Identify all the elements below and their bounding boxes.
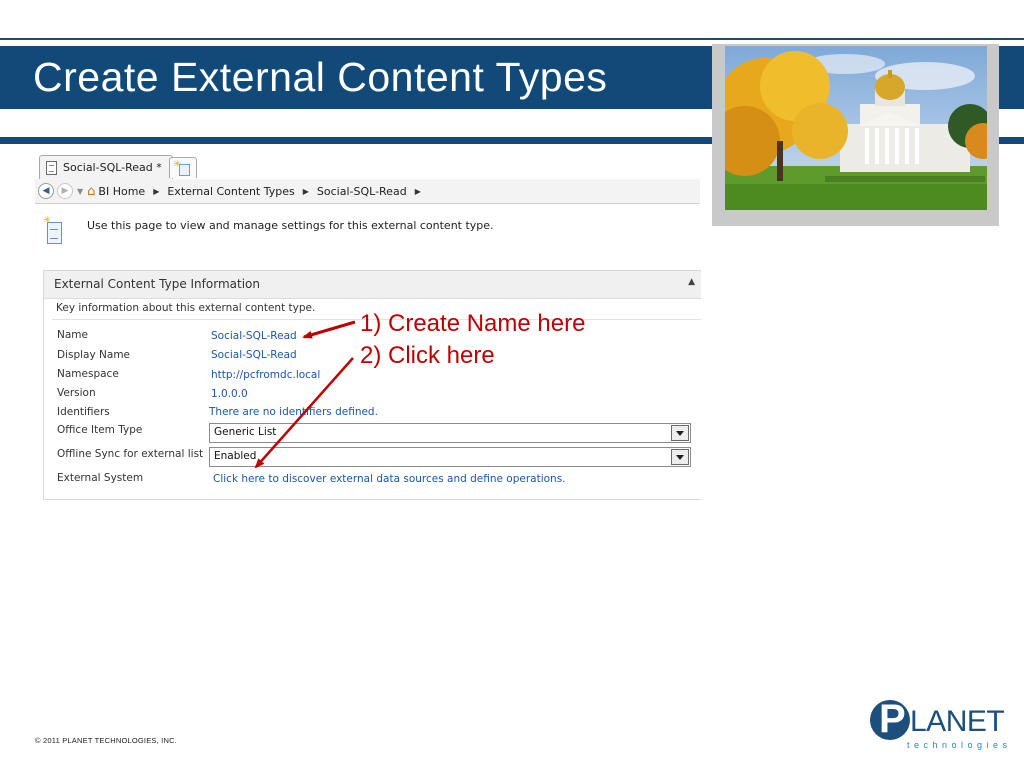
name-label: Name (57, 329, 88, 341)
forward-arrow-icon[interactable]: ▶ (57, 183, 73, 199)
office-item-type-select[interactable]: Generic List (209, 423, 691, 443)
version-value: 1.0.0.0 (211, 388, 248, 400)
breadcrumb-external-content-types[interactable]: External Content Types (167, 185, 294, 198)
step2-annotation: 2) Click here (360, 342, 495, 369)
breadcrumb-separator-icon: ▶ (414, 186, 421, 196)
logo-word: LANET (910, 705, 1005, 738)
section-description: Key information about this external cont… (56, 302, 316, 314)
external-system-label: External System (57, 472, 144, 484)
history-dropdown-icon[interactable]: ▼ (77, 187, 83, 196)
dropdown-arrow-icon[interactable] (671, 449, 689, 465)
browser-tabbar: Social-SQL-Read * ✳ (35, 153, 700, 180)
slide-title: Create External Content Types (33, 54, 608, 100)
back-arrow-icon[interactable]: ◀ (38, 183, 54, 199)
display-name-value[interactable]: Social-SQL-Read (211, 349, 297, 361)
breadcrumb-separator-icon: ▶ (302, 186, 309, 196)
office-item-type-value: Generic List (214, 426, 277, 438)
name-value[interactable]: Social-SQL-Read (211, 330, 297, 342)
new-tab-icon (179, 164, 190, 176)
breadcrumb-separator-icon: ▶ (153, 186, 160, 196)
ect-information-section: External Content Type Information ▲ Key … (43, 270, 701, 500)
namespace-label: Namespace (57, 368, 119, 380)
logo-subtitle: technologies (907, 740, 1012, 750)
page-settings-icon: ✳ (43, 215, 62, 244)
planet-logo: P LANET technologies (870, 697, 1012, 754)
capitol-photo (725, 46, 987, 210)
external-system-link[interactable]: Click here to discover external data sou… (213, 473, 566, 485)
display-name-label: Display Name (57, 349, 131, 361)
section-title: External Content Type Information (54, 277, 260, 291)
section-header[interactable]: External Content Type Information ▲ (44, 271, 701, 299)
home-icon[interactable]: ⌂ (87, 184, 95, 199)
dropdown-arrow-icon[interactable] (671, 425, 689, 441)
page-icon (46, 160, 57, 175)
browser-tab-label: Social-SQL-Read * (63, 161, 162, 174)
office-item-type-label: Office Item Type (57, 424, 143, 436)
title-banner-right (998, 46, 1024, 109)
identifiers-label: Identifiers (57, 406, 110, 418)
copyright-text: © 2011 PLANET TECHNOLOGIES, INC. (35, 736, 177, 745)
offline-sync-value: Enabled (214, 450, 257, 462)
namespace-value[interactable]: http://pcfromdc.local (211, 369, 320, 381)
navigation-bar: ◀ ▶ ▼ ⌂ BI Home ▶ External Content Types… (35, 179, 700, 204)
collapse-caret-icon[interactable]: ▲ (688, 277, 695, 287)
new-tab-button[interactable]: ✳ (169, 157, 197, 178)
version-label: Version (57, 387, 96, 399)
breadcrumb-bi-home[interactable]: BI Home (98, 185, 145, 198)
offline-sync-select[interactable]: Enabled (209, 447, 691, 467)
browser-tab[interactable]: Social-SQL-Read * (39, 155, 173, 179)
breadcrumb-social-sql-read[interactable]: Social-SQL-Read (317, 185, 407, 198)
logo-letter: P (879, 697, 906, 741)
step1-annotation: 1) Create Name here (360, 310, 586, 337)
intro-text: Use this page to view and manage setting… (87, 219, 494, 232)
offline-sync-label: Offline Sync for external list (57, 448, 204, 460)
top-rule (0, 38, 1024, 40)
identifiers-value[interactable]: There are no identifiers defined. (209, 406, 378, 418)
